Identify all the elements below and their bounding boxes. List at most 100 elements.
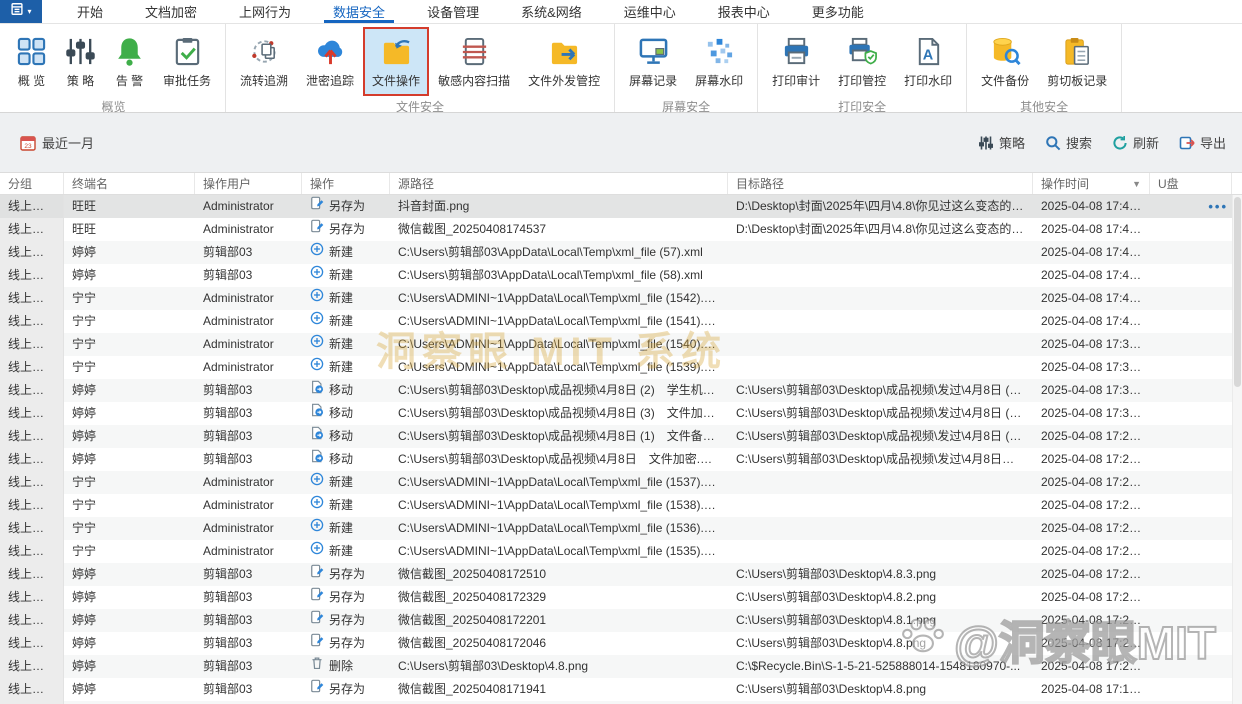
cell-source: C:\Users\剪辑部03\Desktop\成品视频\4月8日 (3) 文件加… (398, 406, 728, 420)
menu-tab-0[interactable]: 开始 (56, 0, 124, 23)
overview-grid-label: 概 览 (17, 74, 46, 88)
screen-record-button[interactable]: 屏幕记录 (620, 27, 686, 96)
refresh-button[interactable]: 刷新 (1112, 133, 1159, 152)
clipboard-record-button[interactable]: 剪切板记录 (1038, 27, 1116, 96)
table-row[interactable]: 线上演示 婷婷 剪辑部03 另存为 微信截图_20250408172329 C:\User… (0, 586, 1242, 609)
approval-clipboard-button[interactable]: 审批任务 (154, 27, 220, 96)
table-row[interactable]: 线上演示 婷婷 剪辑部03 另存为 微信截图_20250408172046 C:\User… (0, 632, 1242, 655)
cell-group: 线上演示 (0, 563, 64, 586)
column-header-group[interactable]: 分组 (0, 173, 64, 194)
cell-user: 剪辑部03 (203, 636, 253, 650)
cell-terminal: 婷婷 (72, 406, 97, 420)
table-row[interactable]: 线上演示 宁宁 Administrator 新建 C:\Users\ADMINI~1\A… (0, 471, 1242, 494)
table-row[interactable]: 线上演示 婷婷 剪辑部03 新建 C:\Users\剪辑部03\AppData\Loca… (0, 264, 1242, 287)
policy-sliders-button[interactable]: 策略 (978, 133, 1025, 152)
cell-source: C:\Users\剪辑部03\Desktop\成品视频\4月8日 (1) 文件备… (398, 429, 728, 443)
cell-usb (1150, 632, 1232, 655)
print-audit-button[interactable]: 打印审计 (763, 27, 829, 96)
cell-user: Administrator (203, 498, 274, 512)
column-header-user[interactable]: 操作用户 (195, 173, 302, 194)
column-header-target[interactable]: 目标路径 (728, 173, 1033, 194)
refresh-icon (1112, 135, 1128, 151)
move-icon (310, 425, 324, 448)
table-row[interactable]: 线上演示 宁宁 Administrator 新建 C:\Users\ADMINI~1\A… (0, 287, 1242, 310)
time-filter-dropdown-icon[interactable]: ▼ (1128, 179, 1141, 189)
menu-tab-8[interactable]: 更多功能 (791, 0, 885, 23)
column-header-op[interactable]: 操作 (302, 173, 390, 194)
alert-bell-label: 告 警 (115, 74, 144, 88)
row-actions-menu[interactable]: ••• (1208, 195, 1228, 218)
table-row[interactable]: 线上演示 婷婷 剪辑部03 移动 C:\Users\剪辑部03\Desktop\成品视频… (0, 425, 1242, 448)
table-row[interactable]: 线上演示 宁宁 Administrator 新建 C:\Users\ADMINI~1\A… (0, 310, 1242, 333)
table-row[interactable]: 线上演示 宁宁 Administrator 新建 C:\Users\ADMINI~1\A… (0, 494, 1242, 517)
cell-time: 2025-04-08 17:44:45 (1041, 245, 1150, 259)
scrollbar-thumb[interactable] (1234, 197, 1241, 387)
menu-tab-2[interactable]: 上网行为 (218, 0, 312, 23)
table-row[interactable]: 线上演示 婷婷 剪辑部03 另存为 微信截图_20250408172201 C:\User… (0, 609, 1242, 632)
cell-user: 剪辑部03 (203, 567, 253, 581)
cell-source: C:\Users\ADMINI~1\AppData\Local\Temp\xml… (398, 521, 723, 535)
cell-user: Administrator (203, 222, 274, 236)
table-row[interactable]: 线上演示 宁宁 Administrator 新建 C:\Users\ADMINI~1\A… (0, 540, 1242, 563)
menu-tab-5[interactable]: 系统&网络 (500, 0, 603, 23)
vertical-scrollbar[interactable] (1232, 195, 1242, 704)
content-scan-button[interactable]: 敏感内容扫描 (429, 27, 519, 96)
file-operation-button[interactable]: 文件操作 (363, 27, 430, 96)
menu-tab-3[interactable]: 数据安全 (312, 0, 406, 23)
column-header-time[interactable]: 操作时间 ▼ (1033, 173, 1150, 194)
table-row[interactable]: 线上演示 婷婷 剪辑部03 另存为 微信截图_20250408171941 C:\User… (0, 678, 1242, 701)
policy-sliders-button[interactable]: 策 略 (56, 27, 105, 96)
file-backup-button[interactable]: 文件备份 (972, 27, 1038, 96)
table-row[interactable]: 线上演示 婷婷 剪辑部03 移动 C:\Users\剪辑部03\Desktop\成品视频… (0, 448, 1242, 471)
screen-watermark-button[interactable]: 屏幕水印 (686, 27, 752, 96)
cell-source: 微信截图_20250408172046 (398, 636, 547, 650)
menu-tab-6[interactable]: 运维中心 (603, 0, 697, 23)
table-row[interactable]: 线上演示 旺旺 Administrator 另存为 微信截图_2025040817453… (0, 218, 1242, 241)
column-header-usb[interactable]: U盘 (1150, 173, 1232, 194)
table-row[interactable]: 线上演示 婷婷 剪辑部03 删除 C:\Users\剪辑部03\Desktop\4.8.… (0, 655, 1242, 678)
cell-time: 2025-04-08 17:20:40 (1041, 659, 1150, 673)
table-row[interactable]: 线上演示 婷婷 剪辑部03 移动 C:\Users\剪辑部03\Desktop\成品视频… (0, 402, 1242, 425)
cell-usb (1150, 563, 1232, 586)
overview-grid-button[interactable]: 概 览 (7, 27, 56, 96)
cell-target: C:\Users\剪辑部03\Desktop\成品视频\发过\4月8日 (1) … (736, 429, 1033, 443)
cell-terminal: 婷婷 (72, 452, 97, 466)
search-button[interactable]: 搜索 (1045, 133, 1092, 152)
table-row[interactable]: 线上演示 宁宁 Administrator 新建 C:\Users\ADMINI~1\A… (0, 333, 1242, 356)
ribbon-group-2: 屏幕记录 屏幕水印 屏幕安全 (615, 24, 759, 114)
column-header-terminal[interactable]: 终端名 (64, 173, 195, 194)
app-menu-button[interactable]: ▾ (0, 0, 42, 23)
cell-time: 2025-04-08 17:37:39 (1041, 406, 1150, 420)
table-row[interactable]: 线上演示 婷婷 剪辑部03 新建 C:\Users\剪辑部03\AppData\Loca… (0, 241, 1242, 264)
operation-label: 删除 (329, 659, 354, 673)
table-row[interactable]: 线上演示 婷婷 剪辑部03 移动 C:\Users\剪辑部03\Desktop\成品视频… (0, 379, 1242, 402)
leak-trace-button[interactable]: 泄密追踪 (297, 27, 363, 96)
move-icon (310, 448, 324, 471)
column-header-source[interactable]: 源路径 (390, 173, 728, 194)
cell-source: 微信截图_20250408172510 (398, 567, 547, 581)
print-control-button[interactable]: 打印管控 (829, 27, 895, 96)
menu-tab-1[interactable]: 文档加密 (124, 0, 218, 23)
operation-label: 移动 (329, 452, 354, 466)
date-range-filter[interactable]: 23 最近一月 (20, 133, 94, 152)
flow-trace-button[interactable]: 流转追溯 (231, 27, 297, 96)
cell-group: 线上演示 (0, 356, 64, 379)
table-row[interactable]: 线上演示 宁宁 Administrator 新建 C:\Users\ADMINI~1\A… (0, 517, 1242, 540)
cell-target: C:\Users\剪辑部03\Desktop\4.8.1.png (736, 613, 937, 627)
cell-op: 移动 (302, 425, 390, 448)
table-row[interactable]: 线上演示 婷婷 剪辑部03 另存为 微信截图_20250408172510 C:\User… (0, 563, 1242, 586)
alert-bell-button[interactable]: 告 警 (105, 27, 154, 96)
export-button[interactable]: 导出 (1179, 133, 1226, 152)
menu-tab-7[interactable]: 报表中心 (697, 0, 791, 23)
table-row[interactable]: 线上演示 宁宁 Administrator 新建 C:\Users\ADMINI~1\A… (0, 356, 1242, 379)
cell-group: 线上演示 (0, 494, 64, 517)
cell-target (728, 264, 1033, 287)
cell-usb (1150, 471, 1232, 494)
cell-user: 剪辑部03 (203, 682, 253, 696)
menu-tab-4[interactable]: 设备管理 (406, 0, 500, 23)
print-watermark-icon: A (913, 36, 944, 67)
print-watermark-button[interactable]: A 打印水印 (895, 27, 961, 96)
new-icon (310, 356, 324, 379)
file-outgoing-button[interactable]: 文件外发管控 (519, 27, 609, 96)
table-row[interactable]: 线上演示 旺旺 Administrator 另存为 抖音封面.png D:\Desktop… (0, 195, 1242, 218)
